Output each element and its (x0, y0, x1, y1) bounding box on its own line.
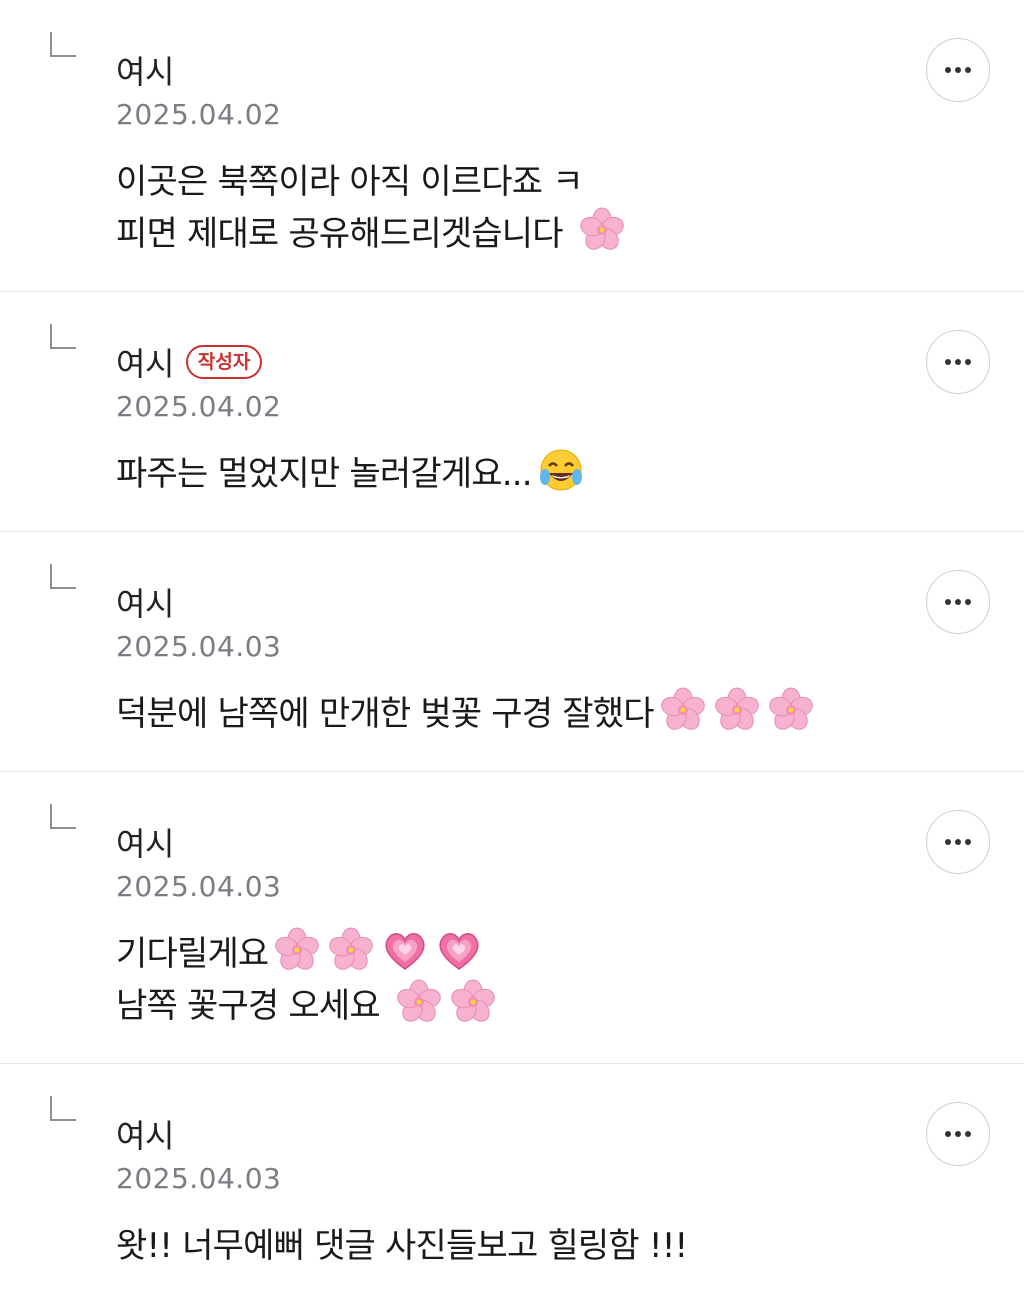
more-options-icon (945, 359, 971, 365)
author-row: 여시 (116, 819, 174, 865)
reply-text-line: 기다릴게요 (116, 924, 498, 976)
author-row: 여시 (116, 47, 174, 93)
more-options-icon (945, 1131, 971, 1137)
growing-heart-icon (380, 925, 430, 975)
reply-line-text: 피면 제대로 공유해드리겟습니다 (116, 213, 573, 254)
reply-date: 2025.04.03 (116, 630, 282, 663)
more-options-icon (945, 839, 971, 845)
reply-item: 여시 작성자 2025.04.02 파주는 멀었지만 놀러갈게요... (0, 292, 1024, 532)
reply-date: 2025.04.03 (116, 870, 282, 903)
reply-text-line: 파주는 멀었지만 놀러갈게요... (116, 444, 586, 496)
reply-text-line: 피면 제대로 공유해드리겟습니다 (116, 204, 627, 256)
author-row: 여시 (116, 579, 174, 625)
author-row: 여시 작성자 (116, 339, 263, 385)
more-options-icon (945, 599, 971, 605)
reply-text-line: 덕분에 남쪽에 만개한 벚꽃 구경 잘했다 (116, 684, 816, 736)
reply-date: 2025.04.03 (116, 1162, 282, 1195)
more-options-icon (945, 67, 971, 73)
growing-heart-icon (434, 925, 484, 975)
cherry-blossom-icon (658, 685, 708, 735)
reply-arrow-icon (49, 1096, 76, 1123)
more-options-button[interactable] (926, 1102, 990, 1166)
reply-text-line: 이곳은 북쪽이라 아직 이르다죠 ㅋ (116, 152, 627, 204)
reply-text: 왓!! 너무예뻐 댓글 사진들보고 힐링함 !!! (116, 1216, 688, 1268)
cherry-blossom-icon (272, 925, 322, 975)
more-options-button[interactable] (926, 810, 990, 874)
more-options-button[interactable] (926, 570, 990, 634)
cherry-blossom-icon (394, 977, 444, 1027)
author-name[interactable]: 여시 (116, 819, 174, 865)
reply-line-text: 파주는 멀었지만 놀러갈게요... (116, 453, 533, 494)
author-name[interactable]: 여시 (116, 579, 174, 625)
reply-text-line: 남쪽 꽃구경 오세요 (116, 976, 498, 1028)
reply-line-text: 남쪽 꽃구경 오세요 (116, 985, 390, 1026)
reply-text-line: 왓!! 너무예뻐 댓글 사진들보고 힐링함 !!! (116, 1216, 688, 1268)
reply-arrow-icon (49, 324, 76, 351)
reply-item: 여시 2025.04.03 기다릴게요 남쪽 꽃구경 오세요 (0, 772, 1024, 1064)
tears-of-joy-icon (536, 445, 586, 495)
reply-item: 여시 2025.04.03 왓!! 너무예뻐 댓글 사진들보고 힐링함 !!! (0, 1064, 1024, 1291)
reply-list: 여시 2025.04.02 이곳은 북쪽이라 아직 이르다죠 ㅋ 피면 제대로 … (0, 0, 1024, 1291)
reply-date: 2025.04.02 (116, 390, 282, 423)
reply-line-text: 왓!! 너무예뻐 댓글 사진들보고 힐링함 !!! (116, 1225, 688, 1266)
reply-line-text: 덕분에 남쪽에 만개한 벚꽃 구경 잘했다 (116, 693, 655, 734)
reply-arrow-icon (49, 804, 76, 831)
reply-text: 기다릴게요 남쪽 꽃구경 오세요 (116, 924, 498, 1028)
reply-arrow-icon (49, 32, 76, 59)
reply-text: 파주는 멀었지만 놀러갈게요... (116, 444, 586, 496)
author-row: 여시 (116, 1111, 174, 1157)
reply-line-text: 기다릴게요 (116, 933, 269, 974)
cherry-blossom-icon (448, 977, 498, 1027)
reply-text: 덕분에 남쪽에 만개한 벚꽃 구경 잘했다 (116, 684, 816, 736)
reply-date: 2025.04.02 (116, 98, 282, 131)
reply-item: 여시 2025.04.03 덕분에 남쪽에 만개한 벚꽃 구경 잘했다 (0, 532, 1024, 772)
reply-line-text: 이곳은 북쪽이라 아직 이르다죠 ㅋ (116, 161, 584, 202)
reply-arrow-icon (49, 564, 76, 591)
reply-text: 이곳은 북쪽이라 아직 이르다죠 ㅋ 피면 제대로 공유해드리겟습니다 (116, 152, 627, 256)
cherry-blossom-icon (577, 205, 627, 255)
writer-badge: 작성자 (185, 345, 263, 379)
more-options-button[interactable] (926, 330, 990, 394)
cherry-blossom-icon (766, 685, 816, 735)
cherry-blossom-icon (326, 925, 376, 975)
author-name[interactable]: 여시 (116, 47, 174, 93)
more-options-button[interactable] (926, 38, 990, 102)
reply-item: 여시 2025.04.02 이곳은 북쪽이라 아직 이르다죠 ㅋ 피면 제대로 … (0, 0, 1024, 292)
cherry-blossom-icon (712, 685, 762, 735)
author-name[interactable]: 여시 (116, 339, 174, 385)
author-name[interactable]: 여시 (116, 1111, 174, 1157)
